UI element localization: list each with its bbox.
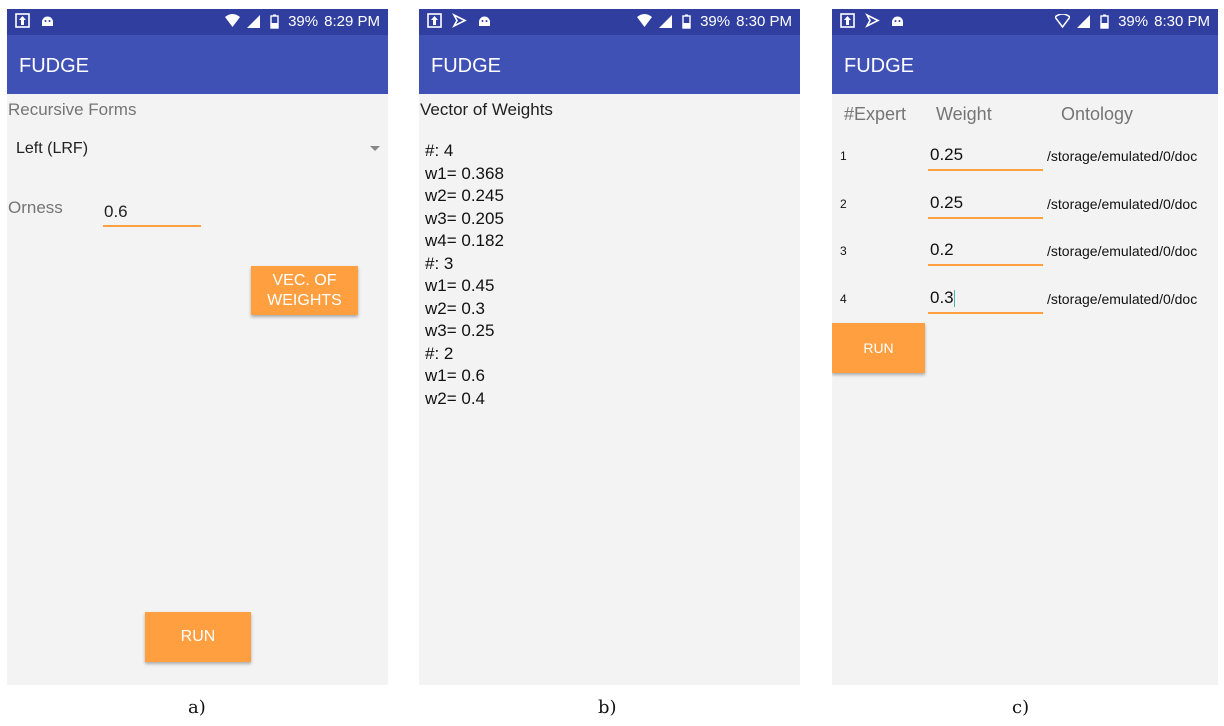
- column-header-expert: #Expert: [844, 104, 907, 124]
- phone-screen-b: 39% 8:30 PM FUDGE Vector of Weights #: 4…: [419, 9, 800, 685]
- weight-input[interactable]: 0.3: [928, 283, 1043, 313]
- weight-input[interactable]: 0.25: [928, 140, 1043, 170]
- flag-icon: [865, 13, 880, 28]
- signal-icon: [1077, 15, 1091, 28]
- weight-underline: [928, 312, 1043, 314]
- upload-notification-icon: [427, 13, 442, 28]
- android-icon: [42, 16, 53, 26]
- row-number: 4: [840, 292, 847, 306]
- main-content: Recursive Forms Left (LRF) Orness 0.6 VE…: [7, 94, 388, 685]
- weight-value: 0.3: [930, 288, 954, 307]
- text-cursor: [953, 290, 955, 308]
- recursive-forms-spinner[interactable]: Left (LRF): [7, 130, 388, 170]
- row-number: 2: [840, 197, 847, 211]
- weights-list: #: 4 w1= 0.368 w2= 0.245 w3= 0.205 w4= 0…: [425, 140, 504, 410]
- flag-icon: [452, 13, 467, 28]
- battery-icon: [270, 14, 279, 29]
- signal-icon: [659, 15, 673, 28]
- battery-percent: 39%: [1118, 13, 1149, 30]
- upload-notification-icon: [840, 13, 855, 28]
- main-content: #Expert Weight Ontology 1 0.25 /storage/…: [832, 94, 1218, 685]
- upload-notification-icon: [15, 13, 30, 28]
- weight-input[interactable]: 0.2: [928, 235, 1043, 265]
- weight-input[interactable]: 0.25: [928, 188, 1043, 218]
- phone-screen-c: 39% 8:30 PM FUDGE #Expert Weight Ontolog…: [832, 9, 1218, 685]
- list-item: w3= 0.25: [425, 321, 495, 340]
- wifi-icon: [225, 14, 241, 27]
- list-item: w2= 0.245: [425, 186, 504, 205]
- vec-button-line1: VEC. OF: [272, 271, 337, 289]
- run-button[interactable]: RUN: [832, 323, 925, 373]
- ontology-path[interactable]: /storage/emulated/0/doc: [1047, 196, 1197, 212]
- weight-underline: [928, 264, 1043, 266]
- ontology-path[interactable]: /storage/emulated/0/doc: [1047, 291, 1197, 307]
- list-item: w1= 0.6: [425, 366, 486, 385]
- app-bar: FUDGE: [832, 35, 1218, 94]
- main-content: Vector of Weights #: 4 w1= 0.368 w2= 0.2…: [419, 94, 800, 685]
- list-item: w2= 0.3: [425, 298, 486, 318]
- orness-input[interactable]: 0.6: [103, 194, 201, 228]
- ontology-path[interactable]: /storage/emulated/0/doc: [1047, 148, 1197, 164]
- clock: 8:30 PM: [1154, 13, 1210, 30]
- weight-value: 0.25: [930, 193, 964, 212]
- vector-heading: Vector of Weights: [420, 100, 553, 119]
- orness-label: Orness: [8, 198, 63, 217]
- status-bar: 39% 8:29 PM: [7, 9, 388, 35]
- battery-percent: 39%: [700, 13, 731, 30]
- list-item: w1= 0.45: [425, 276, 495, 295]
- app-bar: FUDGE: [419, 35, 800, 94]
- android-icon: [892, 16, 903, 26]
- clock: 8:30 PM: [736, 13, 792, 30]
- app-title: FUDGE: [19, 55, 89, 77]
- phone-screen-a: 39% 8:29 PM FUDGE Recursive Forms Left (…: [7, 9, 388, 685]
- clock: 8:29 PM: [324, 13, 380, 30]
- column-header-weight: Weight: [936, 104, 992, 124]
- vec-button-line2: WEIGHTS: [267, 291, 342, 309]
- list-item: #: 2: [425, 343, 454, 363]
- orness-value: 0.6: [104, 202, 128, 221]
- app-title: FUDGE: [431, 55, 501, 77]
- caption-b: b): [598, 697, 617, 718]
- spinner-value: Left (LRF): [16, 140, 89, 157]
- recursive-forms-label: Recursive Forms: [8, 100, 137, 119]
- battery-percent: 39%: [288, 13, 319, 30]
- dropdown-arrow-icon: [370, 146, 380, 151]
- orness-underline: [103, 225, 201, 227]
- run-button[interactable]: RUN: [145, 612, 251, 662]
- wifi-icon: [1055, 14, 1071, 29]
- list-item: #: 3: [425, 253, 454, 273]
- weight-field-content: 0.3: [930, 288, 955, 308]
- caption-a: a): [188, 697, 206, 718]
- caption-c: c): [1012, 697, 1030, 718]
- column-header-ontology: Ontology: [1061, 104, 1134, 124]
- list-item: w2= 0.4: [425, 388, 486, 408]
- list-item: w3= 0.205: [425, 208, 504, 228]
- weight-underline: [928, 217, 1043, 219]
- list-item: w1= 0.368: [425, 163, 504, 183]
- list-item: #: 4: [425, 141, 454, 160]
- battery-icon: [1100, 14, 1109, 29]
- app-bar: FUDGE: [7, 35, 388, 94]
- status-bar: 39% 8:30 PM: [419, 9, 800, 35]
- app-title: FUDGE: [844, 55, 914, 77]
- list-item: w4= 0.182: [425, 231, 504, 250]
- android-icon: [479, 16, 490, 26]
- ontology-path[interactable]: /storage/emulated/0/doc: [1047, 243, 1197, 259]
- row-number: 1: [840, 149, 847, 163]
- weight-underline: [928, 169, 1043, 171]
- vec-of-weights-button[interactable]: VEC. OF WEIGHTS: [251, 266, 358, 315]
- battery-icon: [682, 14, 691, 29]
- weight-value: 0.25: [930, 145, 964, 164]
- weight-value: 0.2: [930, 240, 954, 259]
- signal-icon: [247, 15, 261, 28]
- row-number: 3: [840, 244, 847, 258]
- status-bar: 39% 8:30 PM: [832, 9, 1218, 35]
- wifi-icon: [637, 14, 653, 27]
